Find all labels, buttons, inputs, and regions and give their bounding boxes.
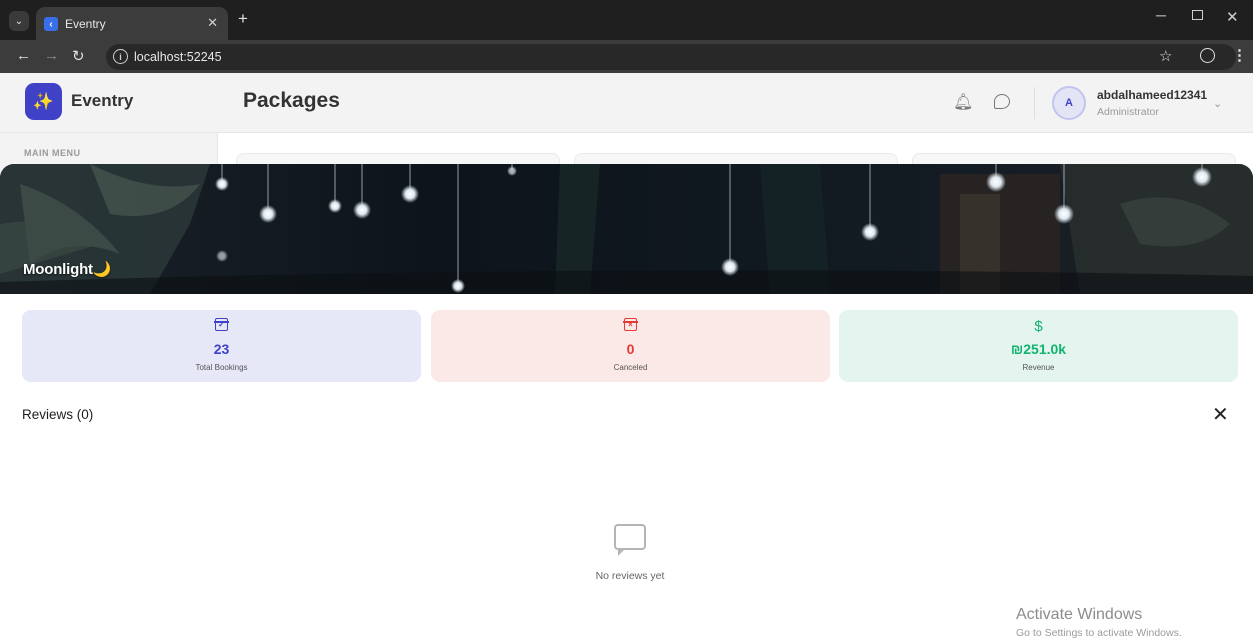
reviews-title: Reviews (0)	[22, 407, 94, 422]
profile-icon[interactable]	[1200, 48, 1215, 63]
url-text: localhost:52245	[134, 50, 222, 64]
moon-icon: 🌙	[92, 261, 112, 278]
address-bar-row: ← → ↻ i localhost:52245	[0, 40, 1253, 73]
chat-bubble-icon	[614, 524, 646, 556]
party-popper-icon[interactable]: ✨	[25, 83, 62, 120]
close-icon[interactable]: ✕	[1212, 402, 1229, 427]
page-title: Packages	[243, 89, 340, 112]
new-tab-icon[interactable]: +	[238, 9, 248, 29]
browser-tab-strip: ⌄ ‹ Eventry ✕ + ─ ✕	[0, 0, 1253, 40]
activation-watermark-title: Activate Windows	[1016, 606, 1143, 623]
url-field[interactable]: i localhost:52245	[106, 44, 1236, 70]
calendar-x-icon: ×	[431, 318, 830, 335]
back-icon[interactable]: ←	[16, 47, 31, 64]
browser-tab[interactable]: ‹ Eventry ✕	[36, 7, 228, 40]
stat-value: 23	[213, 341, 230, 357]
header-divider	[1034, 87, 1035, 119]
bookmark-star-icon[interactable]: ☆	[1159, 47, 1172, 65]
tab-close-icon[interactable]: ✕	[207, 15, 218, 31]
sidebar-section-label: MAIN MENU	[24, 148, 81, 158]
tab-search-button[interactable]: ⌄	[9, 11, 29, 31]
user-name[interactable]: abdalhameed12341	[1097, 88, 1207, 102]
window-close-icon[interactable]: ✕	[1226, 8, 1239, 26]
package-details-sheet: Moonlight🌙 ✓ 23 Total Bookings × 0 Cance…	[0, 164, 1253, 642]
bell-icon[interactable]: 🔔︎	[953, 92, 973, 112]
activation-watermark-subtitle: Go to Settings to activate Windows.	[1016, 627, 1182, 639]
stat-value: 0	[626, 341, 635, 357]
site-info-icon[interactable]: i	[113, 49, 128, 64]
chevron-down-icon[interactable]: ⌄	[1213, 97, 1222, 110]
reload-icon[interactable]: ↻	[72, 47, 85, 65]
tab-title: Eventry	[65, 17, 106, 31]
forward-icon[interactable]: →	[44, 47, 59, 64]
app-header: ✨ Eventry Packages 🔔︎ A abdalhameed12341…	[0, 73, 1253, 133]
package-cover-image: Moonlight🌙	[0, 164, 1253, 294]
chat-icon[interactable]	[994, 94, 1010, 109]
package-name-heading: Moonlight🌙	[23, 260, 112, 278]
tab-favicon-icon: ‹	[44, 17, 58, 31]
stat-label: Canceled	[613, 363, 648, 372]
brand-name: Eventry	[71, 91, 134, 110]
stat-card-revenue: $ ₪251.0k Revenue	[839, 310, 1238, 382]
stat-card-canceled: × 0 Canceled	[431, 310, 830, 382]
window-minimize-icon[interactable]: ─	[1156, 7, 1166, 23]
avatar[interactable]: A	[1052, 86, 1086, 120]
stat-label: Total Bookings	[195, 363, 248, 372]
dollar-icon: $	[1034, 318, 1043, 335]
package-name: Moonlight	[23, 261, 93, 278]
stat-card-total-bookings: ✓ 23 Total Bookings	[22, 310, 421, 382]
user-role: Administrator	[1097, 106, 1159, 118]
empty-reviews-message: No reviews yet	[595, 570, 665, 582]
stat-value: ₪251.0k	[1010, 341, 1067, 357]
window-maximize-icon[interactable]	[1192, 10, 1203, 20]
browser-menu-icon[interactable]: ⋮	[1232, 46, 1247, 64]
calendar-check-icon: ✓	[22, 318, 421, 335]
stat-label: Revenue	[1022, 363, 1055, 372]
